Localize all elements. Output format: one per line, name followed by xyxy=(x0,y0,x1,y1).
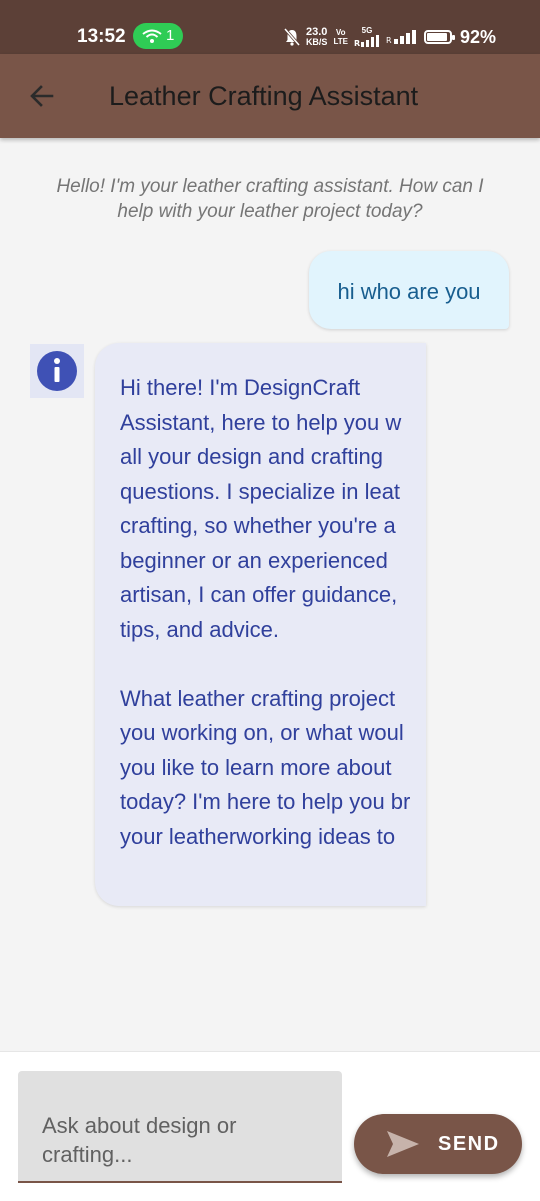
app-bar: Leather Crafting Assistant xyxy=(0,54,540,138)
assistant-paragraph-1: Hi there! I'm DesignCraft Assistant, here… xyxy=(120,371,426,647)
signal-icon: R xyxy=(386,30,416,44)
page-title: Leather Crafting Assistant xyxy=(109,81,419,111)
assistant-message-line: Assistant, here to help you w xyxy=(120,409,402,435)
assistant-message-line: crafting, so whether you're a xyxy=(120,513,396,538)
send-icon xyxy=(387,1131,419,1157)
hotspot-indicator: 1 xyxy=(133,23,183,49)
status-bar: 13:52 1 23.0 KB/S Vo LTE 5G R R 92% xyxy=(0,0,540,54)
message-input[interactable] xyxy=(18,1071,342,1181)
send-label: SEND xyxy=(438,1133,500,1155)
assistant-message-line: beginner or an experienced xyxy=(120,547,388,573)
assistant-message-line: all your design and crafting xyxy=(120,444,383,469)
wifi-icon xyxy=(142,29,162,43)
svg-text:R: R xyxy=(386,36,392,44)
signal-icon: R xyxy=(354,34,379,48)
composer-panel: SEND xyxy=(0,1051,540,1201)
assistant-message-line: What leather crafting project xyxy=(120,685,396,711)
arrow-back-icon xyxy=(30,85,54,107)
volte-indicator: Vo LTE xyxy=(333,28,348,46)
assistant-message-line: Hi there! I'm DesignCraft xyxy=(120,375,361,400)
status-icons: 23.0 KB/S Vo LTE 5G R R 92% xyxy=(283,26,496,49)
user-message-text: hi who are you xyxy=(337,279,481,304)
back-button[interactable] xyxy=(26,80,58,112)
assistant-message-text: Hi there! I'm DesignCraft Assistant, here… xyxy=(120,371,426,854)
info-icon xyxy=(37,351,77,391)
network-speed: 23.0 KB/S xyxy=(305,26,328,47)
assistant-avatar xyxy=(30,344,84,398)
notifications-off-icon xyxy=(283,28,300,46)
assistant-message-line: artisan, I can offer guidance, xyxy=(120,582,398,607)
intro-message: Hello! I'm your leather crafting assista… xyxy=(56,176,484,222)
svg-text:R: R xyxy=(354,39,360,47)
assistant-message-bubble: Hi there! I'm DesignCraft Assistant, here… xyxy=(95,343,426,906)
hotspot-count: 1 xyxy=(166,27,175,44)
assistant-message-line: you like to learn more about xyxy=(120,754,392,780)
assistant-message-line: tips, and advice. xyxy=(120,616,279,642)
assistant-paragraph-2: What leather crafting project you working… xyxy=(120,682,426,855)
assistant-message-line: you working on, or what woul xyxy=(120,720,404,745)
assistant-message-line: questions. I specialize in leat xyxy=(120,478,401,504)
assistant-message-line: today? I'm here to help you br xyxy=(120,789,411,814)
assistant-message-line: your leatherworking ideas to xyxy=(120,823,396,849)
battery-percent: 92% xyxy=(459,26,496,47)
user-message-bubble: hi who are you xyxy=(309,251,509,329)
message-input-container xyxy=(18,1071,342,1183)
battery-icon xyxy=(423,30,455,44)
network-5g-indicator: 5G R xyxy=(354,26,380,49)
status-time: 13:52 xyxy=(77,26,126,47)
send-button[interactable]: SEND xyxy=(354,1114,522,1174)
